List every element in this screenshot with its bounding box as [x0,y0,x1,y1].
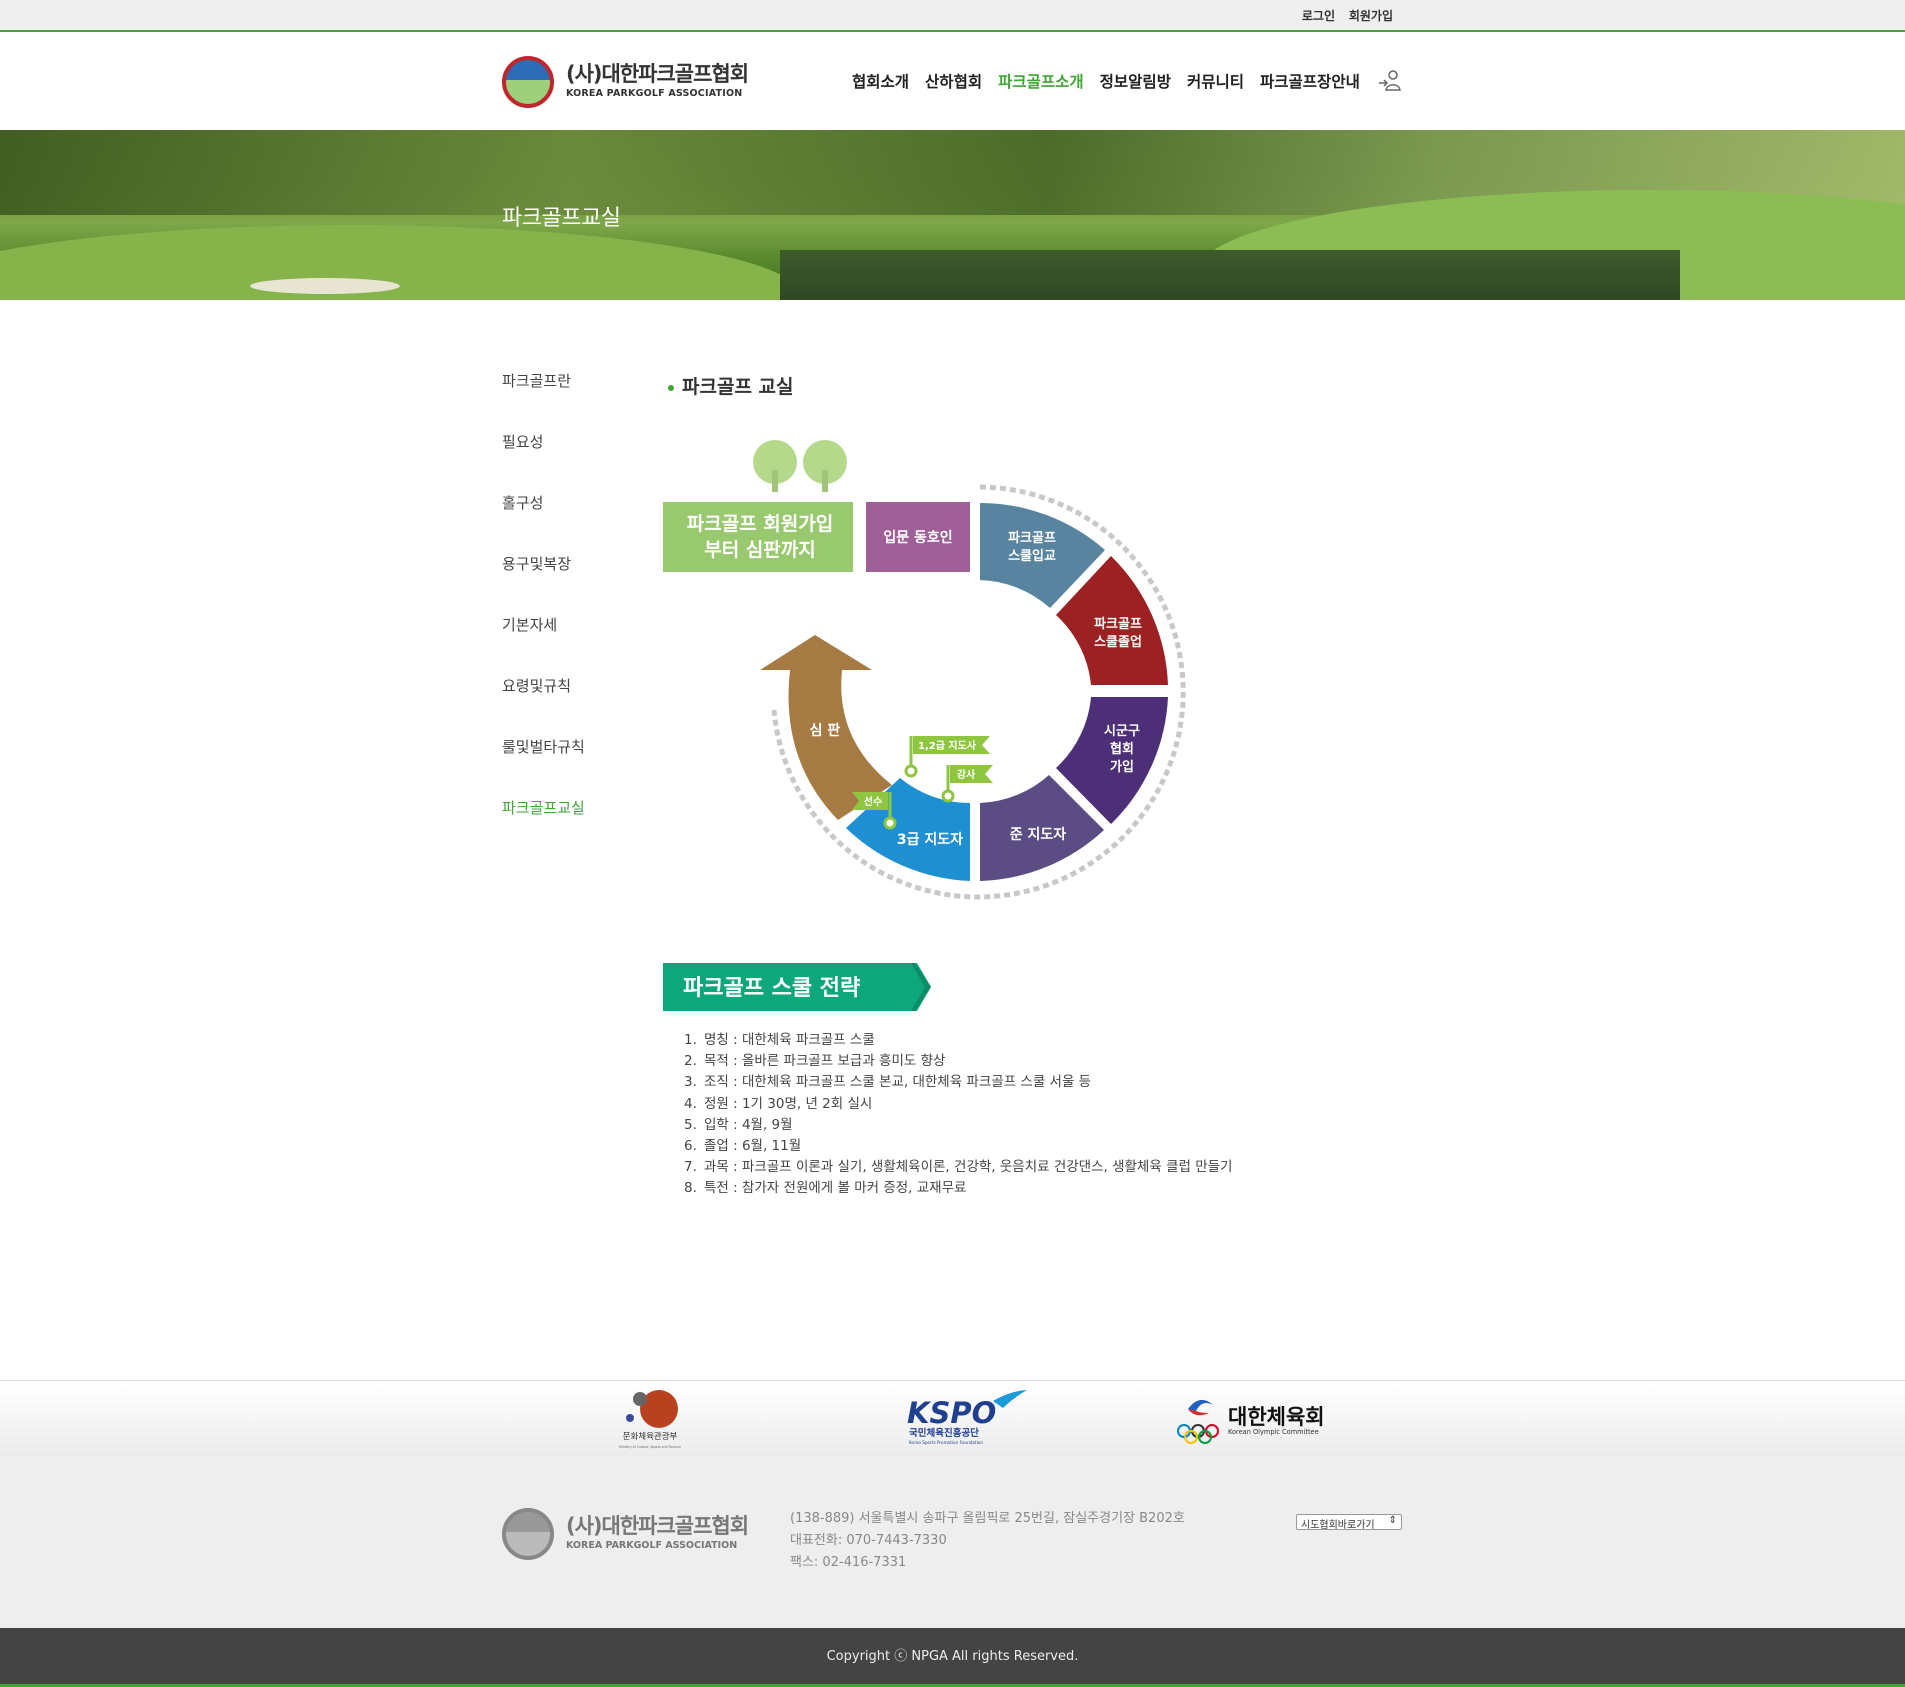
footer-phone: 대표전화: 070-7443-7330 [790,1533,947,1548]
list-item: 4. 정원 : 1기 30명, 년 2회 실시 [684,1095,873,1112]
sidebar-item-class[interactable]: 파크골프교실 [502,797,652,858]
partner-logos: 문화체육관광부 Ministry of Culture, Sports and … [0,1380,1905,1457]
list-item: 3. 조직 : 대한체육 파크골프 스쿨 본교, 대한체육 파크골프 스쿨 서울 … [684,1074,1092,1091]
footer-logo-korean-name: (사)대한파크골프협회 [566,1514,749,1538]
mcst-english: Ministry of Culture, Sports and Tourism [619,1445,681,1449]
sidebar-item-necessity[interactable]: 필요성 [502,431,652,492]
koc-korean: 대한체육회 [1228,1405,1325,1429]
site-footer: (사)대한파크골프협회 KOREA PARKGOLF ASSOCIATION (… [0,1456,1905,1628]
strategy-title-banner: 파크골프 스쿨 전략 [663,963,931,1011]
headline-line2: 부터 심판까지 [704,539,816,561]
logo-emblem-icon [502,56,554,108]
regional-association-select[interactable]: 시도협회바로가기 ⇕ [1296,1514,1402,1531]
copyright-text: Copyright ⓒ NPGA All rights Reserved. [826,1649,1079,1664]
footer-fax: 팩스: 02-416-7331 [790,1555,907,1570]
nav-item-info[interactable]: 정보알림방 [1100,70,1171,92]
step-join-line1: 시군구 [1104,724,1140,739]
top-utility-bar: 로그인 회원가입 [0,0,1905,32]
nav-item-community[interactable]: 커뮤니티 [1187,70,1244,92]
koc-english: Korean Olympic Committee [1228,1428,1319,1436]
list-item: 5. 입학 : 4월, 9월 [684,1116,793,1133]
flag-icon-lecturer: 강사 [941,765,993,803]
kspo-logo[interactable]: KSPO 국민체육진흥공단 Korea Sports Promotion Fou… [905,1389,1029,1447]
step-join-line3: 가입 [1110,760,1134,775]
sidebar-item-penalties[interactable]: 룰및벌타규칙 [502,736,652,797]
step-grad-line2: 스쿨졸업 [1094,635,1142,650]
judge-label: 심 판 [810,723,841,739]
footer-logo[interactable]: (사)대한파크골프협회 KOREA PARKGOLF ASSOCIATION [502,1508,749,1564]
parkgolf-class-diagram: 파크골프 회원가입 부터 심판까지 입문 동호인 파크골프 스쿨입교 파크골프 … [663,440,1186,900]
nav-item-about[interactable]: 협회소개 [852,70,909,92]
step-join-line2: 협회 [1110,741,1134,757]
trees-icon [753,440,847,492]
sidebar-item-equipment[interactable]: 용구및복장 [502,553,652,614]
page-banner: 파크골프교실 [0,130,1905,300]
kspo-korean: 국민체육진흥공단 [909,1427,979,1439]
flag-12-label: 1,2급 지도사 [918,739,977,752]
sidebar-menu: 파크골프란 필요성 홀구성 용구및복장 기본자세 요령및규칙 룰및벌타규칙 파크… [502,370,652,858]
step-grad-line1: 파크골프 [1094,617,1142,632]
mcst-name: 문화체육관광부 [623,1431,678,1442]
sidebar-item-what-is[interactable]: 파크골프란 [502,370,652,431]
list-item: 2. 목적 : 올바른 파크골프 보급과 흥미도 향상 [684,1053,946,1070]
sidebar-item-holes[interactable]: 홀구성 [502,492,652,553]
site-logo[interactable]: (사)대한파크골프협회 KOREA PARKGOLF ASSOCIATION [502,56,749,112]
join-link[interactable]: 회원가입 [1349,9,1393,23]
logo-english-name: KOREA PARKGOLF ASSOCIATION [566,88,743,99]
content-title: 파크골프 교실 [668,372,794,399]
footer-contact: (138-889) 서울특별시 송파구 올림픽로 25번길, 잠실주경기장 B2… [790,1508,1185,1574]
strategy-list: 1. 명칭 : 대한체육 파크골프 스쿨 2. 목적 : 올바른 파크골프 보급과 … [684,1030,1232,1200]
step-school-line2: 스쿨입교 [1008,549,1056,564]
footer-address: (138-889) 서울특별시 송파구 올림픽로 25번길, 잠실주경기장 B2… [790,1511,1185,1526]
sidebar-item-rules[interactable]: 요령및규칙 [502,675,652,736]
step-third-leader-label: 3급 지도자 [897,832,963,848]
list-item: 6. 졸업 : 6월, 11월 [684,1138,802,1155]
banner-title: 파크골프교실 [502,206,621,231]
main-nav: 협회소개 산하협회 파크골프소개 정보알림방 커뮤니티 파크골프장안내 [852,70,1360,92]
kspo-english: Korea Sports Promotion Foundation [909,1440,983,1445]
strategy-title: 파크골프 스쿨 전략 [683,976,860,1001]
step-intro-label: 입문 동호인 [883,529,952,546]
logo-korean-name: (사)대한파크골프협회 [566,62,749,86]
bullet-dot-icon [668,384,674,391]
headline-line1: 파크골프 회원가입 [687,513,833,535]
nav-item-parkgolf-intro[interactable]: 파크골프소개 [998,70,1084,92]
select-arrows-icon: ⇕ [1388,1515,1397,1526]
copyright-bar: Copyright ⓒ NPGA All rights Reserved. [0,1628,1905,1687]
list-item: 1. 명칭 : 대한체육 파크골프 스쿨 [684,1032,875,1048]
footer-emblem-icon [502,1508,554,1560]
koc-logo[interactable]: 대한체육회 Korean Olympic Committee [1175,1393,1335,1445]
footer-logo-english-name: KOREA PARKGOLF ASSOCIATION [566,1540,738,1551]
kspo-wordmark: KSPO [907,1396,996,1430]
site-header: (사)대한파크골프협회 KOREA PARKGOLF ASSOCIATION 협… [0,32,1905,130]
list-item: 8. 특전 : 참가자 전원에게 볼 마커 증정, 교재무료 [684,1180,967,1197]
step-school-line1: 파크골프 [1008,531,1056,546]
sidebar-item-posture[interactable]: 기본자세 [502,614,652,675]
login-link[interactable]: 로그인 [1302,9,1335,23]
step-sub-leader-label: 준 지도자 [1010,827,1067,843]
utility-links: 로그인 회원가입 [1292,7,1393,24]
flag-lecturer-label: 강사 [957,768,976,781]
nav-item-courses[interactable]: 파크골프장안내 [1260,70,1360,92]
nav-item-affiliates[interactable]: 산하협회 [925,70,982,92]
flag-player-label: 선수 [864,795,882,808]
mcst-logo[interactable]: 문화체육관광부 Ministry of Culture, Sports and … [618,1385,682,1451]
user-login-icon[interactable] [1378,68,1402,92]
list-item: 7. 과목 : 파크골프 이론과 실기, 생활체육이론, 건강학, 웃음치료 건강… [684,1159,1233,1176]
